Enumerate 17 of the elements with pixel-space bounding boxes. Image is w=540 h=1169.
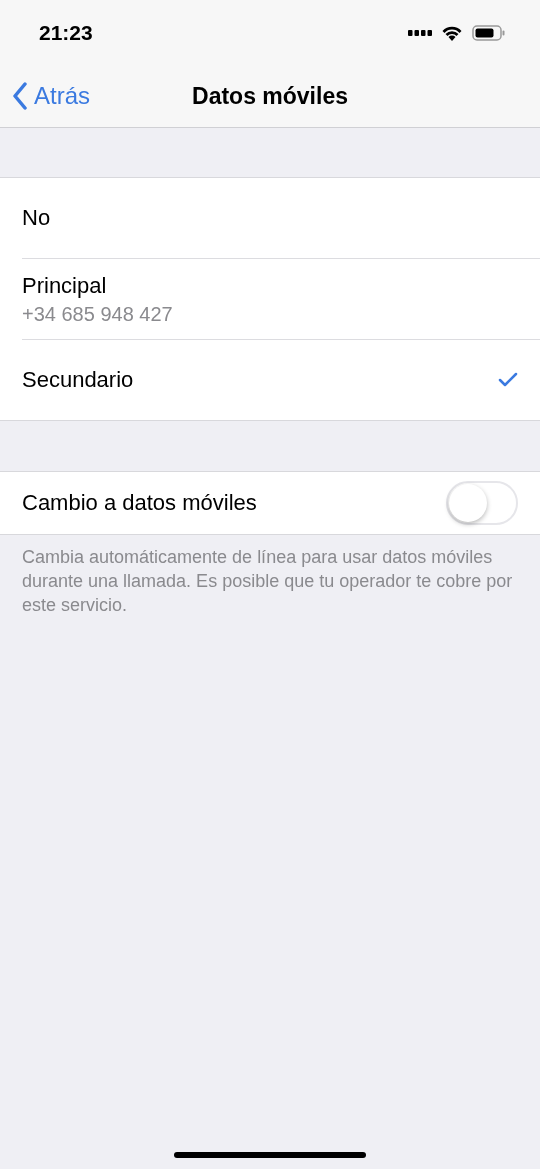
nav-title: Datos móviles — [192, 82, 348, 110]
chevron-left-icon — [12, 82, 28, 110]
switch-label: Cambio a datos móviles — [22, 490, 258, 516]
option-label: Secundario — [22, 367, 135, 393]
option-row[interactable]: Principal +34 685 948 427 — [0, 259, 540, 340]
back-button[interactable]: Atrás — [0, 82, 90, 110]
option-label: Principal — [22, 272, 108, 299]
option-row[interactable]: No — [0, 178, 540, 259]
footer-note: Cambia automáticamente de línea para usar datos móviles durante una llamada. Es posible que tu operador te cobre por este servicio. — [21, 546, 514, 617]
option-detail: +34 685 948 427 — [22, 302, 174, 326]
status-time: 21:23 — [39, 20, 93, 45]
toggle-switch[interactable] — [446, 481, 518, 525]
signal-icon — [408, 27, 432, 38]
home-indicator[interactable] — [174, 1152, 366, 1158]
option-label: No — [22, 205, 52, 231]
battery-icon — [472, 24, 506, 41]
option-row[interactable]: Secundario — [0, 340, 540, 420]
